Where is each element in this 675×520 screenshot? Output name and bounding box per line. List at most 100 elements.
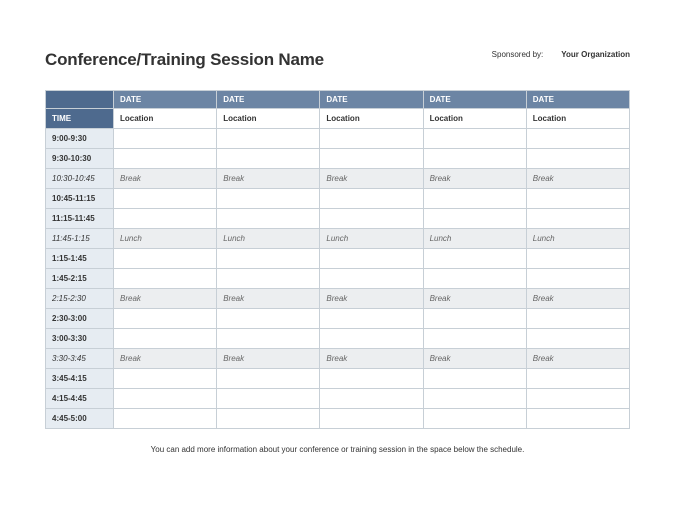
time-cell: 9:30-10:30 [46, 149, 114, 169]
date-header: DATE [526, 91, 629, 109]
time-cell: 11:15-11:45 [46, 209, 114, 229]
schedule-cell [114, 209, 217, 229]
schedule-cell [526, 329, 629, 349]
schedule-cell [217, 269, 320, 289]
schedule-cell [320, 389, 423, 409]
schedule-cell [526, 149, 629, 169]
footnote: You can add more information about your … [45, 445, 630, 454]
schedule-cell [526, 209, 629, 229]
table-row: 10:45-11:15 [46, 189, 630, 209]
time-cell: 3:30-3:45 [46, 349, 114, 369]
schedule-cell [114, 409, 217, 429]
schedule-cell [320, 269, 423, 289]
table-row: 11:45-1:15LunchLunchLunchLunchLunch [46, 229, 630, 249]
sponsor-org: Your Organization [561, 50, 630, 59]
table-row: 11:15-11:45 [46, 209, 630, 229]
date-header: DATE [320, 91, 423, 109]
schedule-cell [423, 129, 526, 149]
location-cell: Location [423, 109, 526, 129]
schedule-cell [526, 409, 629, 429]
table-row: 4:45-5:00 [46, 409, 630, 429]
page-title: Conference/Training Session Name [45, 50, 324, 70]
schedule-cell [423, 189, 526, 209]
schedule-cell [114, 309, 217, 329]
schedule-cell: Break [526, 169, 629, 189]
schedule-cell: Break [320, 349, 423, 369]
schedule-cell [423, 329, 526, 349]
schedule-cell [423, 249, 526, 269]
time-cell: 2:30-3:00 [46, 309, 114, 329]
table-row: 1:15-1:45 [46, 249, 630, 269]
schedule-cell: Break [320, 289, 423, 309]
schedule-cell [423, 409, 526, 429]
schedule-cell: Break [423, 349, 526, 369]
schedule-cell: Break [114, 349, 217, 369]
schedule-body: TIME Location Location Location Location… [46, 109, 630, 429]
schedule-cell [217, 249, 320, 269]
table-row: 9:00-9:30 [46, 129, 630, 149]
time-cell: 3:45-4:15 [46, 369, 114, 389]
table-row: 3:00-3:30 [46, 329, 630, 349]
time-cell: 9:00-9:30 [46, 129, 114, 149]
schedule-cell [320, 369, 423, 389]
schedule-cell [526, 249, 629, 269]
table-row: 3:30-3:45BreakBreakBreakBreakBreak [46, 349, 630, 369]
time-cell: 2:15-2:30 [46, 289, 114, 309]
time-header [46, 91, 114, 109]
table-row: 10:30-10:45BreakBreakBreakBreakBreak [46, 169, 630, 189]
schedule-cell: Lunch [320, 229, 423, 249]
schedule-cell [320, 329, 423, 349]
date-header: DATE [423, 91, 526, 109]
schedule-cell [217, 189, 320, 209]
location-cell: Location [526, 109, 629, 129]
schedule-table: DATE DATE DATE DATE DATE TIME Location L… [45, 90, 630, 429]
schedule-cell [217, 369, 320, 389]
time-cell: 10:30-10:45 [46, 169, 114, 189]
schedule-cell [114, 249, 217, 269]
schedule-cell [423, 149, 526, 169]
schedule-cell [526, 389, 629, 409]
schedule-cell: Break [423, 169, 526, 189]
schedule-cell [217, 209, 320, 229]
schedule-cell [423, 389, 526, 409]
table-row: 2:30-3:00 [46, 309, 630, 329]
schedule-cell: Break [526, 289, 629, 309]
schedule-cell [423, 369, 526, 389]
schedule-cell [114, 389, 217, 409]
time-cell: 10:45-11:15 [46, 189, 114, 209]
schedule-cell [423, 309, 526, 329]
header-row: DATE DATE DATE DATE DATE [46, 91, 630, 109]
schedule-cell [320, 149, 423, 169]
schedule-cell: Lunch [526, 229, 629, 249]
schedule-cell: Break [320, 169, 423, 189]
schedule-cell: Break [217, 169, 320, 189]
location-cell: Location [320, 109, 423, 129]
schedule-cell: Break [114, 289, 217, 309]
schedule-cell [217, 129, 320, 149]
schedule-cell: Break [217, 349, 320, 369]
sponsor-label: Sponsored by: [492, 50, 544, 59]
schedule-cell [217, 329, 320, 349]
schedule-cell: Break [423, 289, 526, 309]
schedule-cell: Break [217, 289, 320, 309]
time-cell: 1:45-2:15 [46, 269, 114, 289]
schedule-cell [526, 269, 629, 289]
schedule-cell [526, 309, 629, 329]
schedule-cell [526, 189, 629, 209]
schedule-cell [114, 329, 217, 349]
schedule-cell: Lunch [217, 229, 320, 249]
location-cell: Location [217, 109, 320, 129]
location-cell: Location [114, 109, 217, 129]
schedule-cell [320, 309, 423, 329]
schedule-cell [526, 369, 629, 389]
schedule-cell [526, 129, 629, 149]
schedule-cell: Break [114, 169, 217, 189]
schedule-cell: Lunch [423, 229, 526, 249]
location-row: TIME Location Location Location Location… [46, 109, 630, 129]
schedule-cell [217, 309, 320, 329]
schedule-cell [217, 389, 320, 409]
date-header: DATE [217, 91, 320, 109]
schedule-cell [423, 269, 526, 289]
schedule-cell [423, 209, 526, 229]
time-cell: 3:00-3:30 [46, 329, 114, 349]
